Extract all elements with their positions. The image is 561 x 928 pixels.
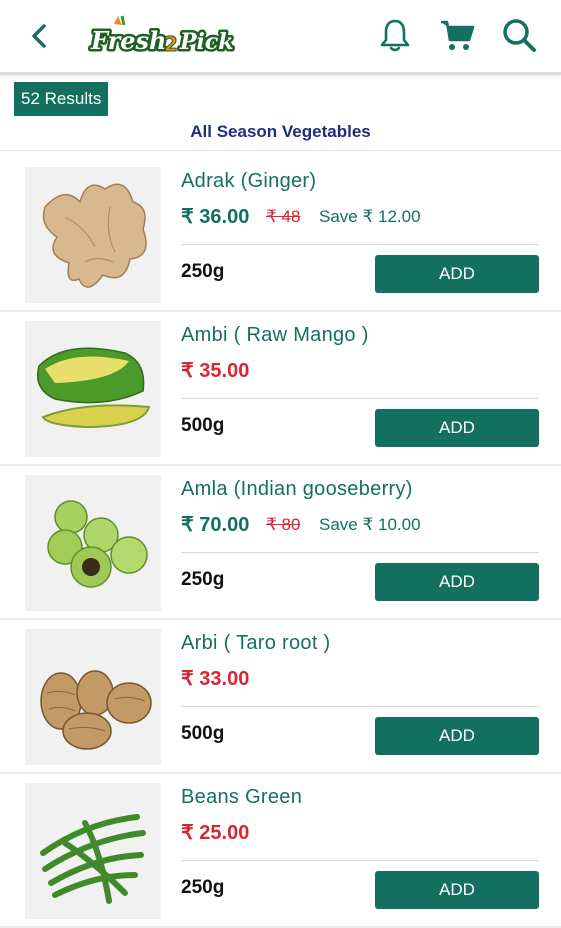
shopping-cart-icon[interactable]	[438, 16, 476, 54]
svg-text:2: 2	[164, 32, 178, 56]
add-to-cart-button[interactable]: ADD	[375, 563, 539, 601]
search-icon[interactable]	[500, 16, 538, 54]
product-name[interactable]: Ambi ( Raw Mango )	[181, 324, 369, 347]
original-price: ₹ 80	[266, 515, 301, 534]
app-header: Fresh Fresh 2 Pick Pick	[0, 0, 561, 75]
product-weight: 500g	[181, 415, 225, 436]
product-item[interactable]: Arbi ( Taro root ) ₹ 33.00 500g ADD	[0, 620, 561, 774]
original-price: ₹ 48	[266, 207, 301, 226]
add-to-cart-button[interactable]: ADD	[375, 255, 539, 293]
divider	[0, 150, 561, 151]
notification-bell-icon[interactable]	[376, 16, 414, 54]
add-to-cart-button[interactable]: ADD	[375, 871, 539, 909]
add-to-cart-button[interactable]: ADD	[375, 409, 539, 447]
savings-text: Save ₹ 10.00	[319, 515, 421, 534]
divider	[181, 552, 539, 553]
taro-root-image[interactable]	[25, 629, 161, 765]
results-count-badge: 52 Results	[14, 82, 109, 116]
divider	[181, 706, 539, 707]
product-price: ₹ 70.00	[181, 514, 250, 536]
back-arrow-icon[interactable]	[22, 18, 58, 54]
product-price: ₹ 35.00	[181, 360, 250, 382]
product-item[interactable]: Beans Green ₹ 25.00 250g ADD	[0, 774, 561, 928]
divider	[181, 860, 539, 861]
product-name[interactable]: Adrak (Ginger)	[181, 170, 316, 193]
product-list: Adrak (Ginger) ₹ 36.00 ₹ 48 Save ₹ 12.00…	[0, 158, 561, 928]
product-item[interactable]: Amla (Indian gooseberry) ₹ 70.00 ₹ 80 Sa…	[0, 466, 561, 620]
product-weight: 500g	[181, 723, 225, 744]
product-weight: 250g	[181, 877, 225, 898]
raw-mango-image[interactable]	[25, 321, 161, 457]
product-weight: 250g	[181, 261, 225, 282]
savings-text: Save ₹ 12.00	[319, 207, 421, 226]
add-to-cart-button[interactable]: ADD	[375, 717, 539, 755]
product-name[interactable]: Amla (Indian gooseberry)	[181, 478, 413, 501]
ginger-image[interactable]	[25, 167, 161, 303]
product-price: ₹ 36.00	[181, 206, 250, 228]
product-price: ₹ 25.00	[181, 822, 250, 844]
product-name[interactable]: Arbi ( Taro root )	[181, 632, 331, 655]
product-price: ₹ 33.00	[181, 668, 250, 690]
product-item[interactable]: Adrak (Ginger) ₹ 36.00 ₹ 48 Save ₹ 12.00…	[0, 158, 561, 312]
amla-image[interactable]	[25, 475, 161, 611]
green-beans-image[interactable]	[25, 783, 161, 919]
brand-logo: Fresh Fresh 2 Pick Pick	[88, 12, 238, 60]
product-name[interactable]: Beans Green	[181, 786, 302, 809]
product-weight: 250g	[181, 569, 225, 590]
divider	[181, 244, 539, 245]
category-title: All Season Vegetables	[190, 122, 371, 141]
svg-text:Fresh: Fresh	[90, 26, 167, 55]
svg-text:Pick: Pick	[179, 29, 234, 55]
product-item[interactable]: Ambi ( Raw Mango ) ₹ 35.00 500g ADD	[0, 312, 561, 466]
divider	[181, 398, 539, 399]
